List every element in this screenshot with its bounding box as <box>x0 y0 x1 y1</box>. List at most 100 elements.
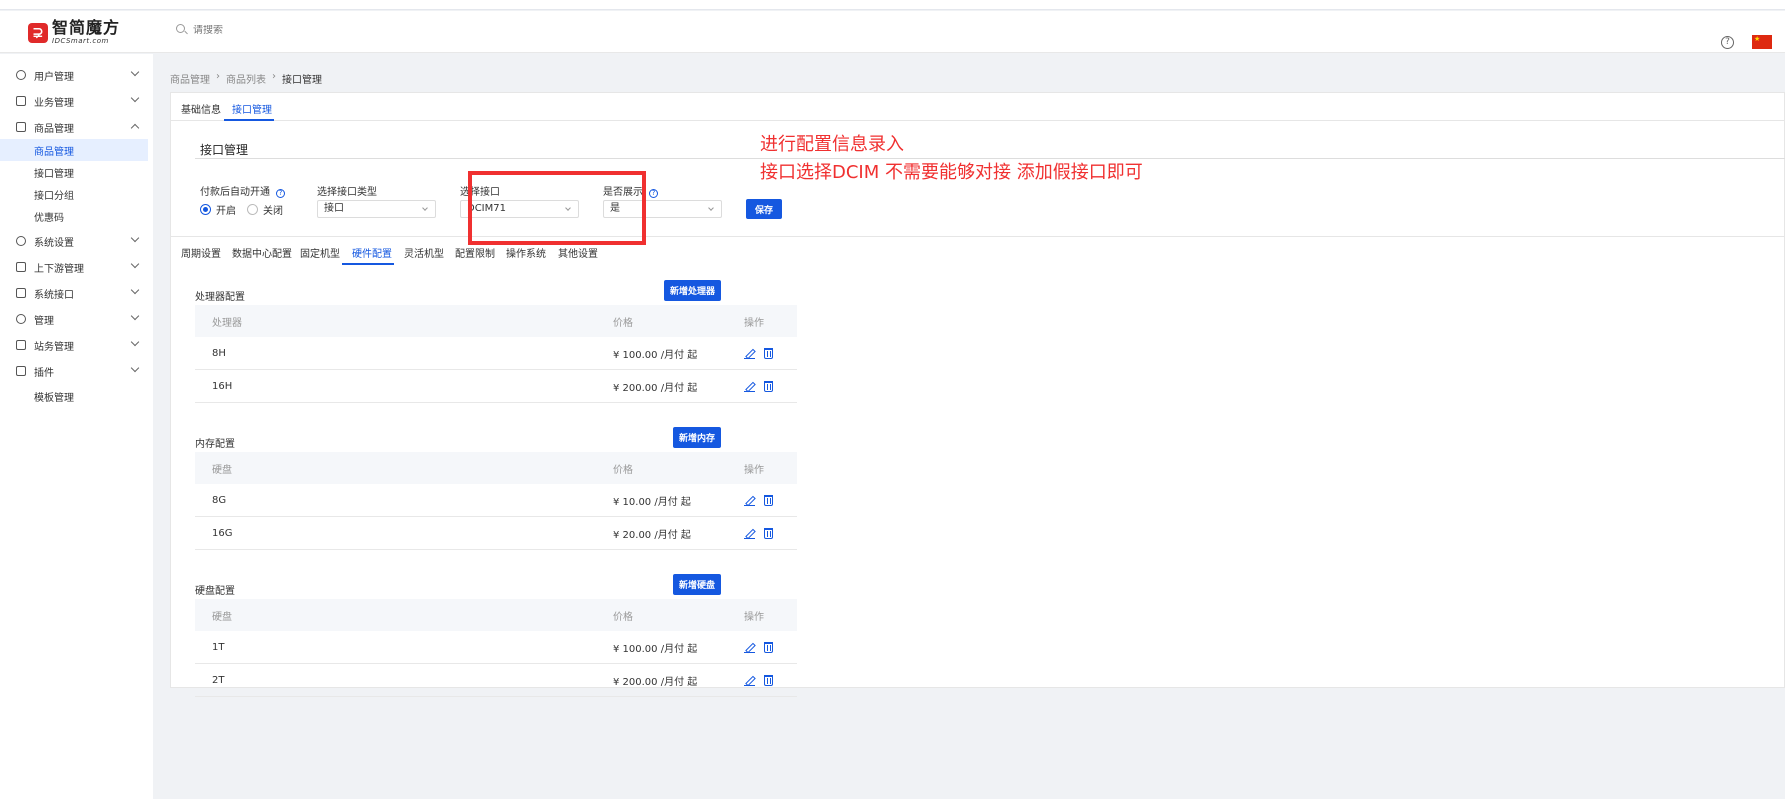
cell-name: 16G <box>212 527 233 539</box>
interface-type-select[interactable]: 接口 <box>317 200 436 218</box>
sidebar-sub-label: 优惠码 <box>34 212 64 224</box>
radio-enable[interactable]: 开启 <box>200 202 236 217</box>
sidebar-item-label: 用户管理 <box>34 71 74 83</box>
add-disk-button[interactable]: 新增硬盘 <box>673 574 721 595</box>
logo-icon: ⊋ <box>28 22 48 43</box>
table-row: 16G ¥ 20.00 /月付 起 <box>195 517 797 550</box>
tab-flex-model[interactable]: 灵活机型 <box>404 245 444 260</box>
chevron-down-icon <box>130 311 140 321</box>
tab-cycle[interactable]: 周期设置 <box>181 245 221 260</box>
sidebar-item-label: 业务管理 <box>34 97 74 109</box>
sidebar-item-plugin[interactable]: 插件 <box>0 359 153 383</box>
table-header: 硬盘 价格 操作 <box>195 452 797 484</box>
chevron-down-icon <box>130 233 140 243</box>
sidebar-sub-template[interactable]: 模板管理 <box>0 385 148 407</box>
tab-hardware[interactable]: 硬件配置 <box>352 245 392 260</box>
radio-label: 关闭 <box>263 206 283 217</box>
cell-name: 8H <box>212 347 226 359</box>
annotation-line-1: 进行配置信息录入 <box>760 134 904 155</box>
help-icon[interactable]: ? <box>1721 36 1734 49</box>
cell-price: ¥ 20.00 /月付 起 <box>613 529 691 541</box>
sidebar-sub-label: 接口管理 <box>34 168 74 180</box>
config-tabs: 周期设置 数据中心配置 固定机型 硬件配置 灵活机型 配置限制 操作系统 其他设… <box>171 237 1784 265</box>
sidebar-item-label: 上下游管理 <box>34 263 84 275</box>
sidebar-sub-interface-manage[interactable]: 接口管理 <box>0 161 148 183</box>
edit-icon[interactable] <box>744 348 755 359</box>
cell-price: ¥ 200.00 /月付 起 <box>613 382 698 394</box>
sidebar-sub-goods-manage[interactable]: 商品管理 <box>0 139 148 161</box>
sidebar-item-site[interactable]: 站务管理 <box>0 333 153 357</box>
sidebar-item-upstream[interactable]: 上下游管理 <box>0 255 153 279</box>
chevron-down-icon <box>130 93 140 103</box>
add-memory-button[interactable]: 新增内存 <box>673 427 721 448</box>
column-header: 硬盘 <box>212 611 232 623</box>
column-header: 操作 <box>744 317 764 329</box>
sidebar-item-users[interactable]: 用户管理 <box>0 63 153 87</box>
edit-icon[interactable] <box>744 675 755 686</box>
sidebar-sub-label: 模板管理 <box>34 392 74 404</box>
group-title: 内存配置 <box>195 439 235 450</box>
help-circle-icon[interactable]: ? <box>649 189 658 198</box>
save-button[interactable]: 保存 <box>746 199 782 219</box>
search-input[interactable] <box>193 24 393 36</box>
monitor-icon <box>16 340 26 350</box>
cell-name: 1T <box>212 641 225 653</box>
sidebar-item-settings[interactable]: 系统设置 <box>0 229 153 253</box>
china-flag-icon[interactable]: ★ <box>1752 35 1772 49</box>
tab-fixed-model[interactable]: 固定机型 <box>300 245 340 260</box>
delete-icon[interactable] <box>764 674 773 686</box>
sidebar-item-manage[interactable]: 管理 <box>0 307 153 331</box>
breadcrumb-current: 接口管理 <box>282 75 322 86</box>
sidebar-sub-coupon[interactable]: 优惠码 <box>0 205 148 227</box>
logo-text-cn: 智简魔方 <box>52 18 121 37</box>
filter-icon <box>16 262 26 272</box>
tab-interface-manage[interactable]: 接口管理 <box>232 101 272 116</box>
sidebar-item-label: 站务管理 <box>34 341 74 353</box>
edit-icon[interactable] <box>744 642 755 653</box>
sidebar-sub-interface-group[interactable]: 接口分组 <box>0 183 148 205</box>
delete-icon[interactable] <box>764 527 773 539</box>
table-row: 8H ¥ 100.00 /月付 起 <box>195 337 797 370</box>
cell-price: ¥ 100.00 /月付 起 <box>613 349 698 361</box>
section-title: 接口管理 <box>200 143 249 157</box>
sidebar: 用户管理 业务管理 商品管理 商品管理 接口管理 接口分组 优惠码 系统设置 上… <box>0 54 153 799</box>
cell-price: ¥ 100.00 /月付 起 <box>613 643 698 655</box>
edit-icon[interactable] <box>744 528 755 539</box>
chevron-down-icon <box>130 285 140 295</box>
sidebar-item-goods[interactable]: 商品管理 <box>0 115 153 139</box>
table-header: 处理器 价格 操作 <box>195 305 797 337</box>
column-header: 处理器 <box>212 317 242 329</box>
tab-basic-info[interactable]: 基础信息 <box>181 101 221 116</box>
breadcrumb-item[interactable]: 商品管理 <box>170 71 210 86</box>
radio-disable[interactable]: 关闭 <box>247 202 283 217</box>
edit-icon[interactable] <box>744 381 755 392</box>
column-header: 价格 <box>613 611 633 623</box>
help-circle-icon[interactable]: ? <box>276 189 285 198</box>
edit-icon[interactable] <box>744 495 755 506</box>
breadcrumb-item[interactable]: 商品列表 <box>226 71 266 86</box>
sun-icon <box>16 314 26 324</box>
tab-other[interactable]: 其他设置 <box>558 245 598 260</box>
sidebar-item-label: 商品管理 <box>34 123 74 135</box>
cart-icon <box>16 122 26 132</box>
search-bar <box>176 24 393 36</box>
cell-price: ¥ 200.00 /月付 起 <box>613 676 698 688</box>
memory-table: 硬盘 价格 操作 8G ¥ 10.00 /月付 起 16G ¥ 20.00 /月… <box>195 452 797 550</box>
tab-datacenter[interactable]: 数据中心配置 <box>232 245 292 260</box>
active-tab-indicator <box>342 263 394 265</box>
sidebar-item-label: 管理 <box>34 315 54 327</box>
sidebar-item-business[interactable]: 业务管理 <box>0 89 153 113</box>
delete-icon[interactable] <box>764 380 773 392</box>
delete-icon[interactable] <box>764 494 773 506</box>
logo[interactable]: ⊋ 智简魔方 IDCSmart.com <box>28 20 120 45</box>
tab-os[interactable]: 操作系统 <box>506 245 546 260</box>
tab-limit[interactable]: 配置限制 <box>455 245 495 260</box>
delete-icon[interactable] <box>764 641 773 653</box>
delete-icon[interactable] <box>764 347 773 359</box>
cpu-table: 处理器 价格 操作 8H ¥ 100.00 /月付 起 16H ¥ 200.00… <box>195 305 797 403</box>
cell-name: 8G <box>212 494 227 506</box>
add-cpu-button[interactable]: 新增处理器 <box>664 280 721 301</box>
interface-type-label: 选择接口类型 <box>317 187 377 198</box>
folder-icon <box>16 288 26 298</box>
sidebar-item-interface[interactable]: 系统接口 <box>0 281 153 305</box>
